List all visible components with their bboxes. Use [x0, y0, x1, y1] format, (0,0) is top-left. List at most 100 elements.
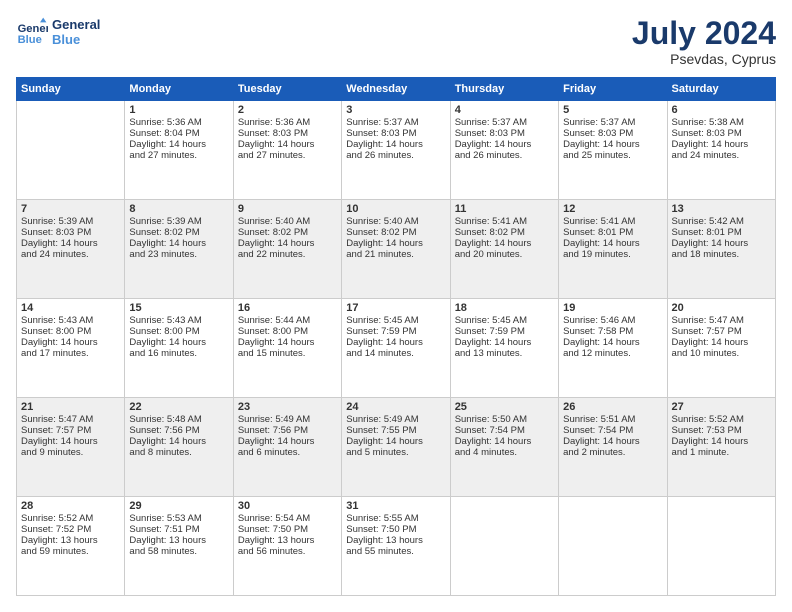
day-number: 30	[238, 500, 337, 512]
day-info-line: Sunrise: 5:39 AM	[21, 216, 120, 227]
col-sunday: Sunday	[17, 78, 125, 101]
day-number: 14	[21, 302, 120, 314]
day-info-line: Daylight: 14 hours	[21, 436, 120, 447]
day-info-line: Sunrise: 5:47 AM	[21, 414, 120, 425]
day-info-line: Daylight: 14 hours	[563, 436, 662, 447]
day-info-line: Daylight: 14 hours	[563, 337, 662, 348]
day-info-line: Sunrise: 5:40 AM	[238, 216, 337, 227]
day-info-line: Sunrise: 5:38 AM	[672, 117, 771, 128]
day-info-line: and 27 minutes.	[238, 150, 337, 161]
day-info-line: and 15 minutes.	[238, 348, 337, 359]
day-info-line: and 22 minutes.	[238, 249, 337, 260]
day-number: 11	[455, 203, 554, 215]
day-info-line: Sunrise: 5:52 AM	[672, 414, 771, 425]
calendar-cell: 3Sunrise: 5:37 AMSunset: 8:03 PMDaylight…	[342, 101, 450, 200]
day-info-line: and 21 minutes.	[346, 249, 445, 260]
day-info-line: Sunset: 7:54 PM	[563, 425, 662, 436]
day-info-line: Sunrise: 5:49 AM	[238, 414, 337, 425]
day-info-line: Sunrise: 5:49 AM	[346, 414, 445, 425]
day-info-line: Sunrise: 5:55 AM	[346, 513, 445, 524]
day-info-line: Daylight: 14 hours	[672, 436, 771, 447]
day-info-line: and 26 minutes.	[455, 150, 554, 161]
day-info-line: Daylight: 14 hours	[455, 238, 554, 249]
day-info-line: Sunset: 8:02 PM	[455, 227, 554, 238]
day-info-line: Daylight: 14 hours	[672, 139, 771, 150]
col-thursday: Thursday	[450, 78, 558, 101]
day-info-line: and 6 minutes.	[238, 447, 337, 458]
day-info-line: Daylight: 14 hours	[21, 337, 120, 348]
day-info-line: and 18 minutes.	[672, 249, 771, 260]
day-info-line: and 4 minutes.	[455, 447, 554, 458]
day-info-line: Sunset: 7:52 PM	[21, 524, 120, 535]
calendar-cell: 24Sunrise: 5:49 AMSunset: 7:55 PMDayligh…	[342, 398, 450, 497]
day-info-line: and 26 minutes.	[346, 150, 445, 161]
day-number: 5	[563, 104, 662, 116]
month-year: July 2024	[632, 16, 776, 51]
calendar-week-2: 7Sunrise: 5:39 AMSunset: 8:03 PMDaylight…	[17, 200, 776, 299]
day-number: 28	[21, 500, 120, 512]
calendar-cell	[450, 497, 558, 596]
calendar-cell: 22Sunrise: 5:48 AMSunset: 7:56 PMDayligh…	[125, 398, 233, 497]
day-number: 17	[346, 302, 445, 314]
day-info-line: Sunset: 8:02 PM	[238, 227, 337, 238]
day-info-line: Sunset: 7:55 PM	[346, 425, 445, 436]
calendar-cell	[559, 497, 667, 596]
day-info-line: Sunset: 8:00 PM	[238, 326, 337, 337]
day-info-line: Daylight: 14 hours	[129, 238, 228, 249]
col-saturday: Saturday	[667, 78, 775, 101]
calendar-cell: 7Sunrise: 5:39 AMSunset: 8:03 PMDaylight…	[17, 200, 125, 299]
day-number: 8	[129, 203, 228, 215]
calendar-cell: 16Sunrise: 5:44 AMSunset: 8:00 PMDayligh…	[233, 299, 341, 398]
day-number: 29	[129, 500, 228, 512]
day-info-line: Sunrise: 5:40 AM	[346, 216, 445, 227]
day-number: 24	[346, 401, 445, 413]
calendar-cell: 19Sunrise: 5:46 AMSunset: 7:58 PMDayligh…	[559, 299, 667, 398]
day-info-line: Sunset: 8:00 PM	[21, 326, 120, 337]
day-info-line: Sunset: 8:00 PM	[129, 326, 228, 337]
day-info-line: and 19 minutes.	[563, 249, 662, 260]
day-info-line: and 58 minutes.	[129, 546, 228, 557]
day-info-line: Sunrise: 5:45 AM	[346, 315, 445, 326]
day-number: 19	[563, 302, 662, 314]
day-info-line: Daylight: 14 hours	[672, 337, 771, 348]
logo-icon: General Blue	[16, 16, 48, 48]
svg-text:Blue: Blue	[18, 34, 42, 46]
day-info-line: Sunrise: 5:37 AM	[563, 117, 662, 128]
day-info-line: Sunrise: 5:54 AM	[238, 513, 337, 524]
day-info-line: Sunset: 8:03 PM	[563, 128, 662, 139]
calendar-cell: 30Sunrise: 5:54 AMSunset: 7:50 PMDayligh…	[233, 497, 341, 596]
day-info-line: and 24 minutes.	[21, 249, 120, 260]
day-info-line: Daylight: 14 hours	[346, 238, 445, 249]
day-info-line: Sunset: 8:03 PM	[672, 128, 771, 139]
calendar-week-4: 21Sunrise: 5:47 AMSunset: 7:57 PMDayligh…	[17, 398, 776, 497]
day-info-line: Daylight: 14 hours	[455, 337, 554, 348]
day-info-line: Daylight: 14 hours	[238, 337, 337, 348]
day-info-line: Sunrise: 5:41 AM	[563, 216, 662, 227]
calendar-week-1: 1Sunrise: 5:36 AMSunset: 8:04 PMDaylight…	[17, 101, 776, 200]
calendar-cell: 14Sunrise: 5:43 AMSunset: 8:00 PMDayligh…	[17, 299, 125, 398]
title-block: July 2024 Psevdas, Cyprus	[632, 16, 776, 67]
day-number: 12	[563, 203, 662, 215]
location: Psevdas, Cyprus	[632, 51, 776, 67]
day-number: 22	[129, 401, 228, 413]
day-info-line: Sunrise: 5:47 AM	[672, 315, 771, 326]
col-tuesday: Tuesday	[233, 78, 341, 101]
day-info-line: Sunrise: 5:41 AM	[455, 216, 554, 227]
day-info-line: Daylight: 13 hours	[346, 535, 445, 546]
day-number: 10	[346, 203, 445, 215]
day-info-line: and 23 minutes.	[129, 249, 228, 260]
calendar-cell: 31Sunrise: 5:55 AMSunset: 7:50 PMDayligh…	[342, 497, 450, 596]
day-number: 16	[238, 302, 337, 314]
day-info-line: Daylight: 13 hours	[238, 535, 337, 546]
day-info-line: Sunset: 7:53 PM	[672, 425, 771, 436]
day-number: 6	[672, 104, 771, 116]
day-info-line: and 27 minutes.	[129, 150, 228, 161]
calendar-cell: 2Sunrise: 5:36 AMSunset: 8:03 PMDaylight…	[233, 101, 341, 200]
day-info-line: Daylight: 14 hours	[238, 238, 337, 249]
day-info-line: and 56 minutes.	[238, 546, 337, 557]
day-info-line: and 12 minutes.	[563, 348, 662, 359]
day-info-line: Sunset: 7:51 PM	[129, 524, 228, 535]
day-info-line: and 17 minutes.	[21, 348, 120, 359]
calendar-cell: 12Sunrise: 5:41 AMSunset: 8:01 PMDayligh…	[559, 200, 667, 299]
calendar-cell: 28Sunrise: 5:52 AMSunset: 7:52 PMDayligh…	[17, 497, 125, 596]
